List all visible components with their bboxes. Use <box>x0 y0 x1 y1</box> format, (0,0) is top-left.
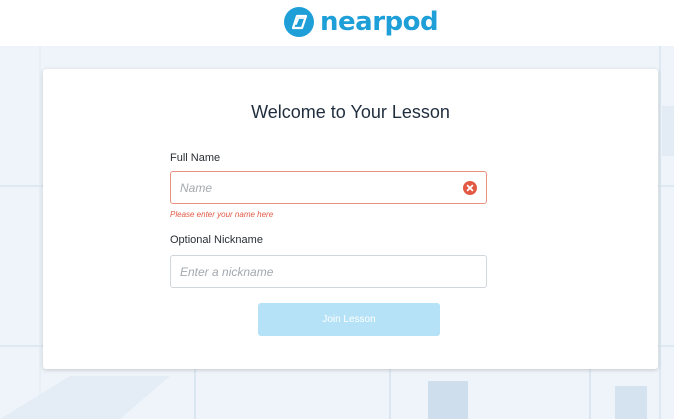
brand-name: nearpod <box>320 7 439 37</box>
page: nearpod Welcome to Your Lesson Full Name <box>0 0 674 419</box>
nickname-field <box>170 255 487 288</box>
header: nearpod <box>0 0 674 46</box>
full-name-error: Please enter your name here <box>170 210 274 219</box>
close-circle-icon[interactable] <box>463 181 477 195</box>
full-name-field <box>170 171 487 204</box>
page-title: Welcome to Your Lesson <box>251 102 450 122</box>
nearpod-logo-icon <box>284 7 314 37</box>
login-card: Welcome to Your Lesson Full Name Please … <box>43 69 658 369</box>
nickname-input[interactable] <box>180 256 450 287</box>
nearpod-logo: nearpod <box>284 6 439 38</box>
join-lesson-button[interactable]: Join Lesson <box>258 303 440 336</box>
nickname-label: Optional Nickname <box>170 234 263 246</box>
full-name-label: Full Name <box>170 152 221 164</box>
full-name-input[interactable] <box>180 172 450 203</box>
